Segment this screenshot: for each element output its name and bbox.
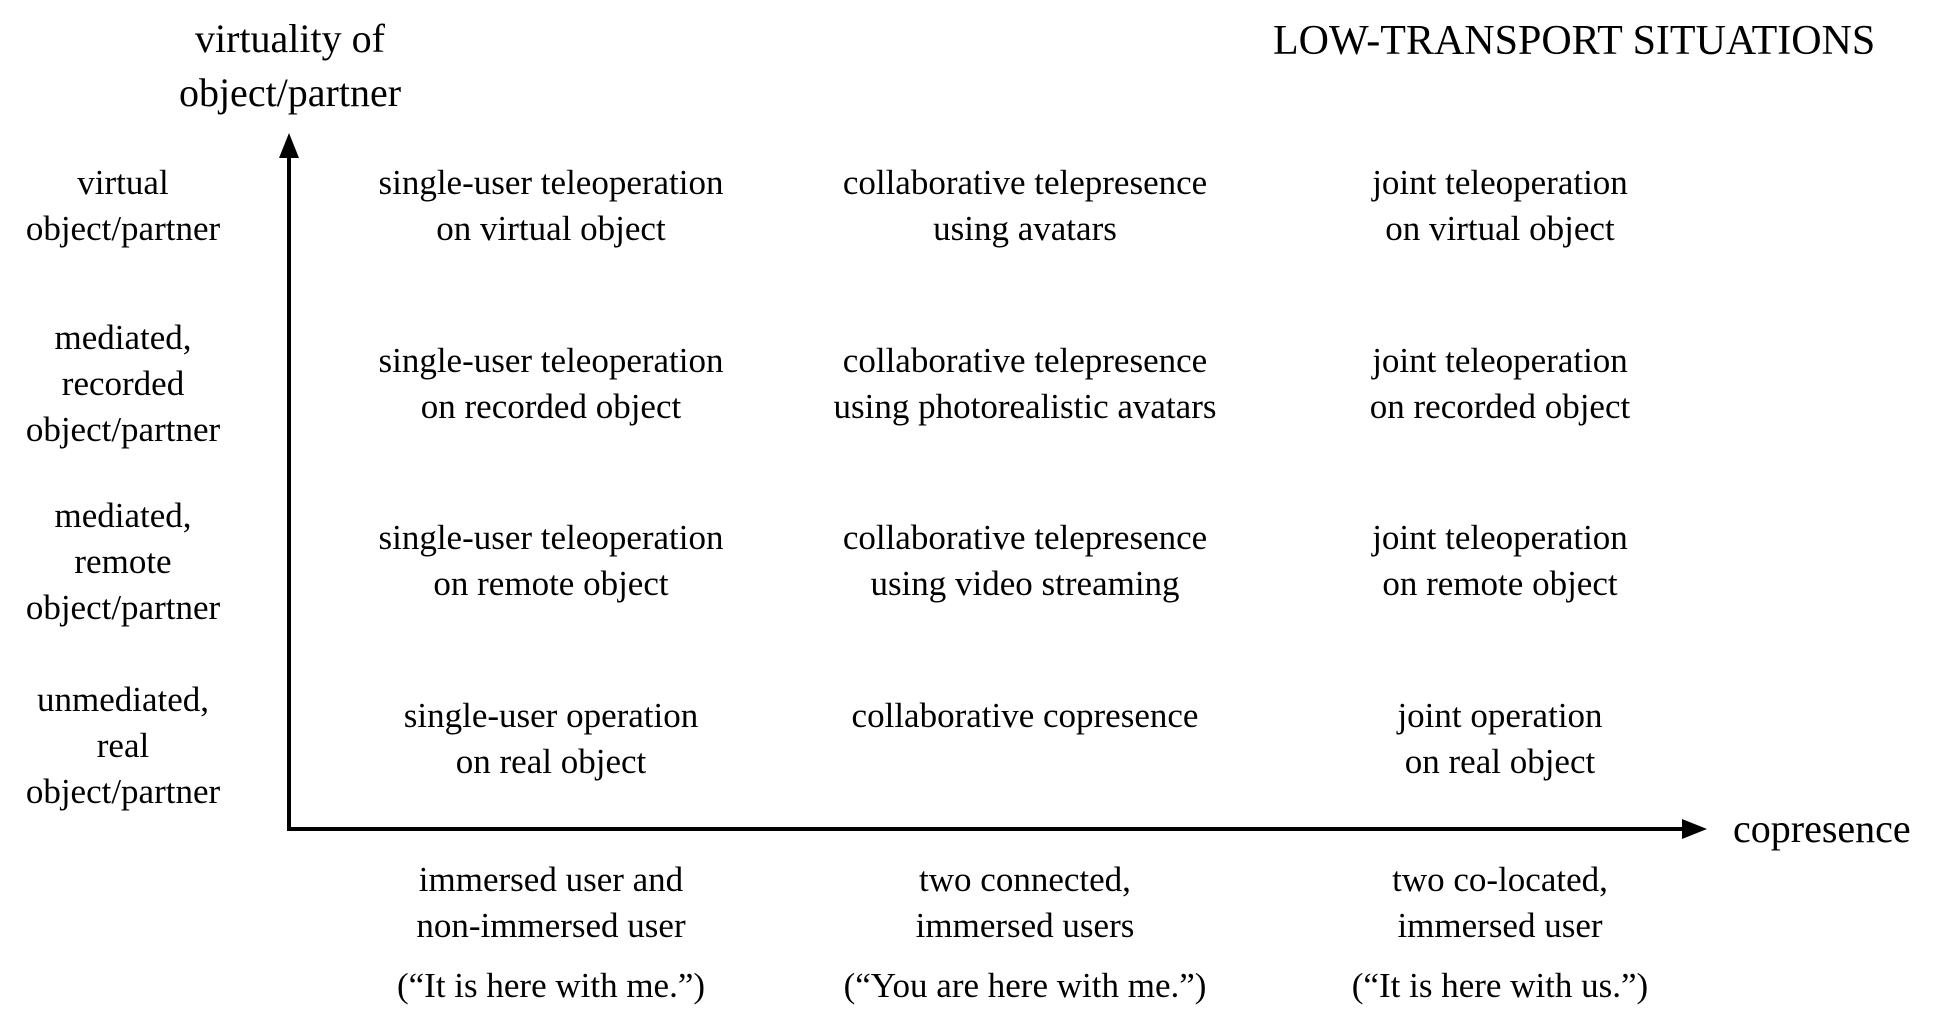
y-level-line: mediated, — [54, 318, 192, 357]
situation-cell-line: using avatars — [933, 209, 1117, 248]
x-category-label: two connected, immersed users — [916, 857, 1135, 949]
y-level-label: mediated, recorded object/partner — [26, 315, 220, 453]
situation-cell-line: collaborative telepresence — [842, 163, 1208, 202]
situation-cell-line: single-user teleoperation — [378, 341, 724, 380]
y-axis-arrowhead-icon — [279, 133, 299, 158]
situation-cell-line: on recorded object — [1369, 387, 1631, 426]
situation-cell-line: on virtual object — [436, 209, 666, 248]
y-level-line: object/partner — [25, 410, 221, 449]
situation-cell-line: single-user teleoperation — [378, 518, 724, 557]
situation-cell: collaborative telepresence using avatars — [843, 160, 1207, 252]
situation-cell-line: collaborative copresence — [851, 696, 1199, 735]
x-axis-arrowhead-icon — [1682, 819, 1707, 839]
situation-cell-line: joint operation — [1397, 696, 1603, 735]
y-level-line: mediated, — [54, 496, 192, 535]
x-category-label: immersed user and non-immersed user — [416, 857, 685, 949]
situation-cell-line: joint teleoperation — [1372, 163, 1628, 202]
x-category-quote: (“You are here with me.”) — [843, 966, 1207, 1005]
situation-cell: single-user operation on real object — [404, 693, 699, 785]
situation-cell-line: collaborative telepresence — [842, 518, 1208, 557]
situation-cell: collaborative copresence — [852, 693, 1199, 739]
y-level-label: mediated, remote object/partner — [26, 493, 220, 631]
y-level-line: object/partner — [25, 209, 221, 248]
situation-cell-line: single-user teleoperation — [378, 163, 724, 202]
situation-cell-line: single-user operation — [403, 696, 699, 735]
x-category-line: non-immersed user — [416, 906, 686, 945]
x-category-label: two co-located, immersed user — [1392, 857, 1608, 949]
situation-cell-line: on virtual object — [1385, 209, 1615, 248]
situation-cell: collaborative telepresence using photorea… — [834, 338, 1217, 430]
y-level-line: object/partner — [25, 772, 221, 811]
situation-cell: joint teleoperation on remote object — [1372, 515, 1628, 607]
situation-cell: single-user teleoperation on recorded obj… — [378, 338, 723, 430]
y-level-line: recorded — [61, 364, 185, 403]
situation-cell: collaborative telepresence using video st… — [843, 515, 1207, 607]
y-level-label: unmediated, real object/partner — [26, 677, 220, 815]
x-category-quote: (“It is here with me.”) — [396, 966, 706, 1005]
situation-cell-line: on recorded object — [420, 387, 682, 426]
situation-cell: joint teleoperation on recorded object — [1370, 338, 1630, 430]
x-category-line: two connected, — [919, 860, 1131, 899]
x-category-quote: (“It is here with us.”) — [1351, 966, 1649, 1005]
situation-cell-line: joint teleoperation — [1372, 341, 1628, 380]
y-level-line: remote — [74, 542, 172, 581]
x-category-line: two co-located, — [1392, 860, 1608, 899]
situation-cell-line: on real object — [1404, 742, 1596, 781]
x-category-line: immersed user — [1397, 906, 1603, 945]
situation-cell: single-user teleoperation on virtual obje… — [378, 160, 723, 252]
y-level-line: virtual — [77, 163, 169, 202]
situation-cell: joint operation on real object — [1397, 693, 1602, 785]
x-axis-label: copresence — [1733, 806, 1911, 851]
y-level-label: virtual object/partner — [26, 160, 220, 252]
situation-cell-line: collaborative telepresence — [842, 341, 1208, 380]
situation-cell: joint teleoperation on virtual object — [1372, 160, 1628, 252]
y-level-line: unmediated, — [36, 680, 210, 719]
situation-cell-line: on remote object — [1382, 564, 1618, 603]
situation-cell-line: on real object — [455, 742, 647, 781]
y-level-line: object/partner — [25, 588, 221, 627]
situation-cell-line: using video streaming — [870, 564, 1180, 603]
situation-cell-line: using photorealistic avatars — [833, 387, 1217, 426]
x-category-line: immersed user and — [418, 860, 684, 899]
situation-cell-line: on remote object — [433, 564, 669, 603]
x-category-line: immersed users — [915, 906, 1135, 945]
situation-cell: single-user teleoperation on remote objec… — [378, 515, 723, 607]
y-level-line: real — [96, 726, 150, 765]
situation-cell-line: joint teleoperation — [1372, 518, 1628, 557]
